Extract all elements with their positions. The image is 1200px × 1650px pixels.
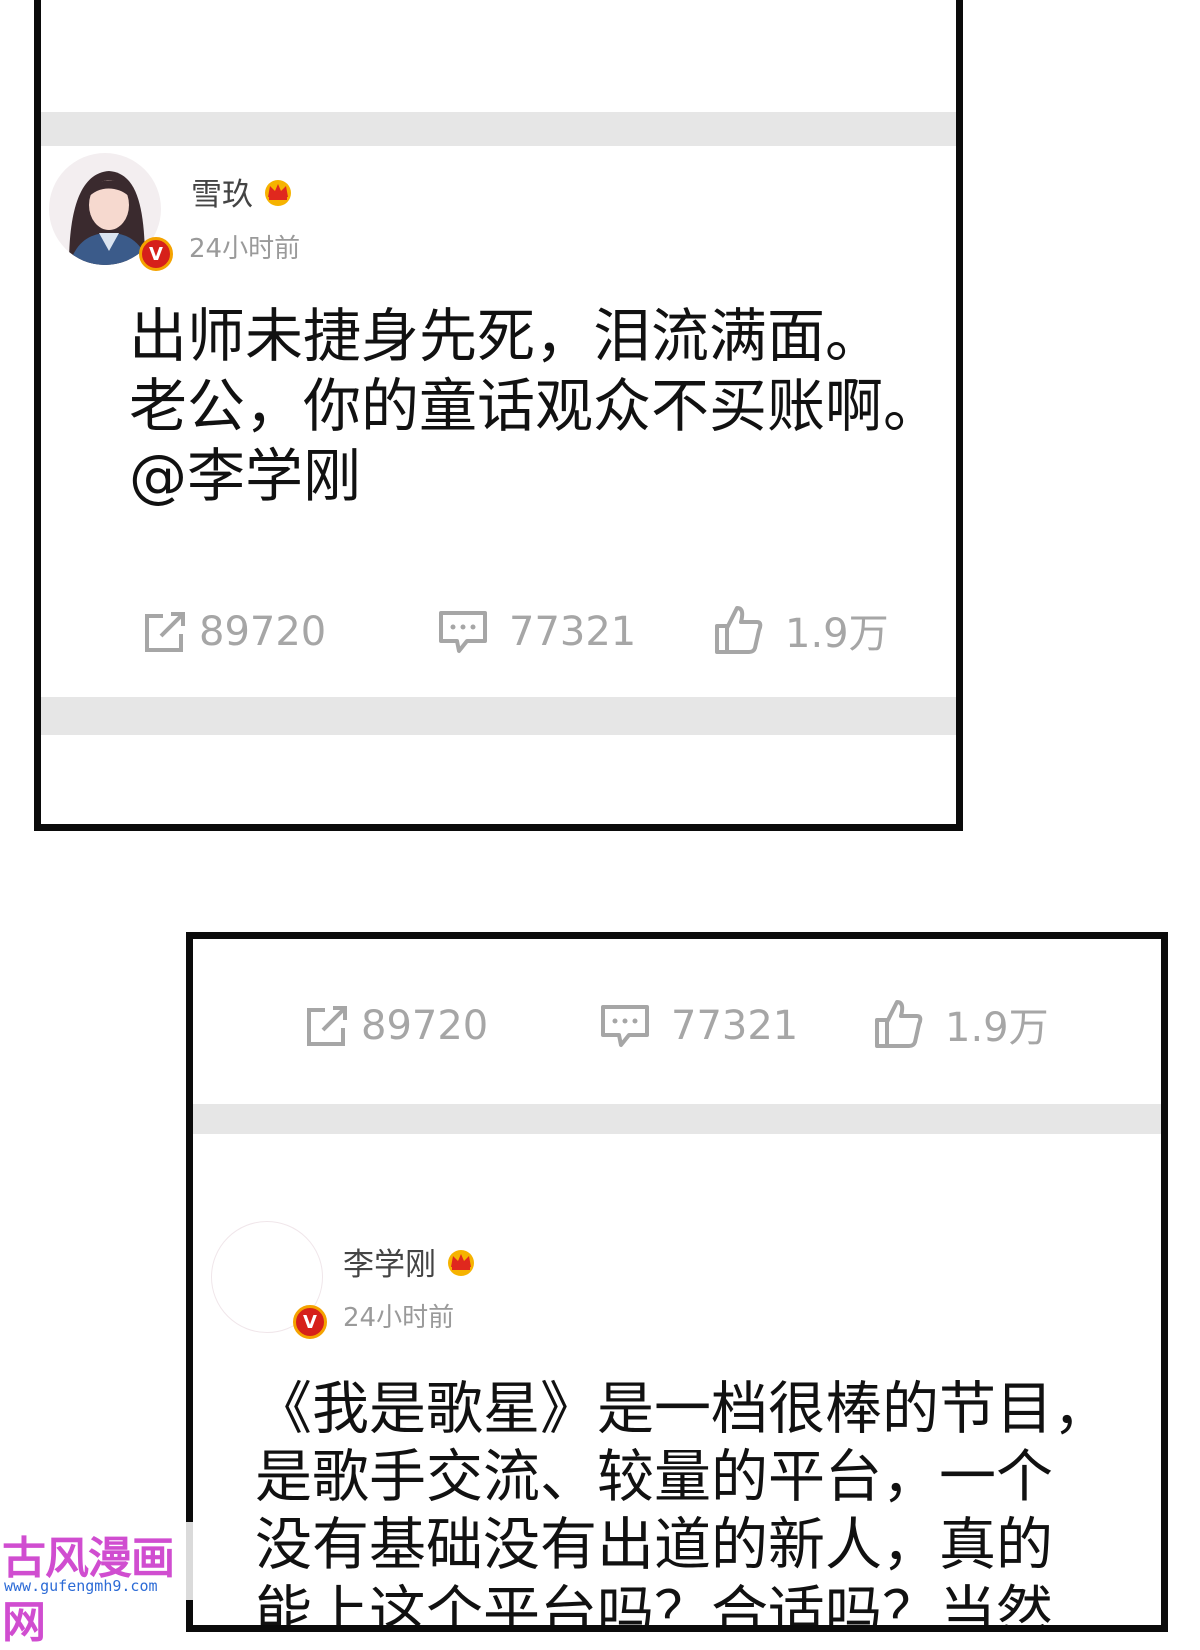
- post-panel-lixuegang: 89720 77321 1.9万 V 李学刚 24小时前 《我是歌星》是一档很棒…: [186, 932, 1168, 1632]
- username[interactable]: 雪玖: [191, 169, 295, 214]
- repost-count: 89720: [199, 609, 327, 655]
- comment-count: 77321: [509, 609, 637, 655]
- separator-bar: [41, 697, 956, 735]
- avatar-lixuegang[interactable]: V: [211, 1221, 327, 1339]
- post-time: 24小时前: [343, 1303, 455, 1333]
- like-icon: [875, 1000, 923, 1048]
- repost-icon: [145, 612, 185, 652]
- post-line: 能上这个平台吗？合适吗？当然: [255, 1580, 1053, 1632]
- like-count: 1.9万: [945, 1005, 1049, 1051]
- post-body: 出师未捷身先死，泪流满面。 老公，你的童话观众不买账啊。 @李学刚: [129, 301, 941, 511]
- username-text: 李学刚: [343, 1247, 436, 1283]
- post-line: 没有基础没有出道的新人，真的: [255, 1512, 1053, 1578]
- verified-badge-icon: V: [293, 1305, 327, 1339]
- post-line: 《我是歌星》是一档很棒的节目，: [255, 1376, 1110, 1442]
- username-text: 雪玖: [191, 177, 253, 213]
- avatar-xuejiu[interactable]: V: [49, 153, 173, 271]
- crown-icon: [448, 1249, 474, 1276]
- username[interactable]: 李学刚: [343, 1239, 478, 1284]
- post-body: 《我是歌星》是一档很棒的节目， 是歌手交流、较量的平台，一个 没有基础没有出道的…: [255, 1375, 1110, 1632]
- site-watermark: 古风漫画网 www.gufengmh9.com: [0, 1522, 215, 1648]
- post-line: 是歌手交流、较量的平台，一个: [255, 1444, 1053, 1510]
- like-icon: [715, 606, 763, 654]
- post-line: @李学刚: [129, 442, 362, 510]
- comment-icon: [439, 611, 487, 653]
- separator-bar: [41, 112, 956, 146]
- comment-button[interactable]: 77321: [437, 609, 636, 655]
- crown-icon: [265, 179, 291, 206]
- post-panel-xuejiu: V 雪玖 24小时前 出师未捷身先死，泪流满面。 老公，你的童话观众不买账啊。 …: [34, 0, 963, 831]
- verified-badge-icon: V: [139, 237, 173, 271]
- repost-button[interactable]: 89720: [303, 1003, 488, 1049]
- repost-count: 89720: [361, 1003, 489, 1049]
- separator-bar: [193, 1104, 1161, 1134]
- comment-icon: [601, 1005, 649, 1047]
- post-time: 24小时前: [189, 234, 301, 264]
- like-button[interactable]: 1.9万: [873, 995, 1049, 1053]
- post-line: 老公，你的童话观众不买账啊。: [129, 372, 942, 440]
- repost-icon: [307, 1006, 347, 1046]
- comment-button[interactable]: 77321: [599, 1003, 798, 1049]
- comment-count: 77321: [671, 1003, 799, 1049]
- like-count: 1.9万: [785, 611, 889, 657]
- repost-button[interactable]: 89720: [141, 609, 326, 655]
- watermark-url: www.gufengmh9.com: [4, 1577, 158, 1595]
- post-line: 出师未捷身先死，泪流满面。: [129, 302, 884, 370]
- like-button[interactable]: 1.9万: [713, 601, 889, 659]
